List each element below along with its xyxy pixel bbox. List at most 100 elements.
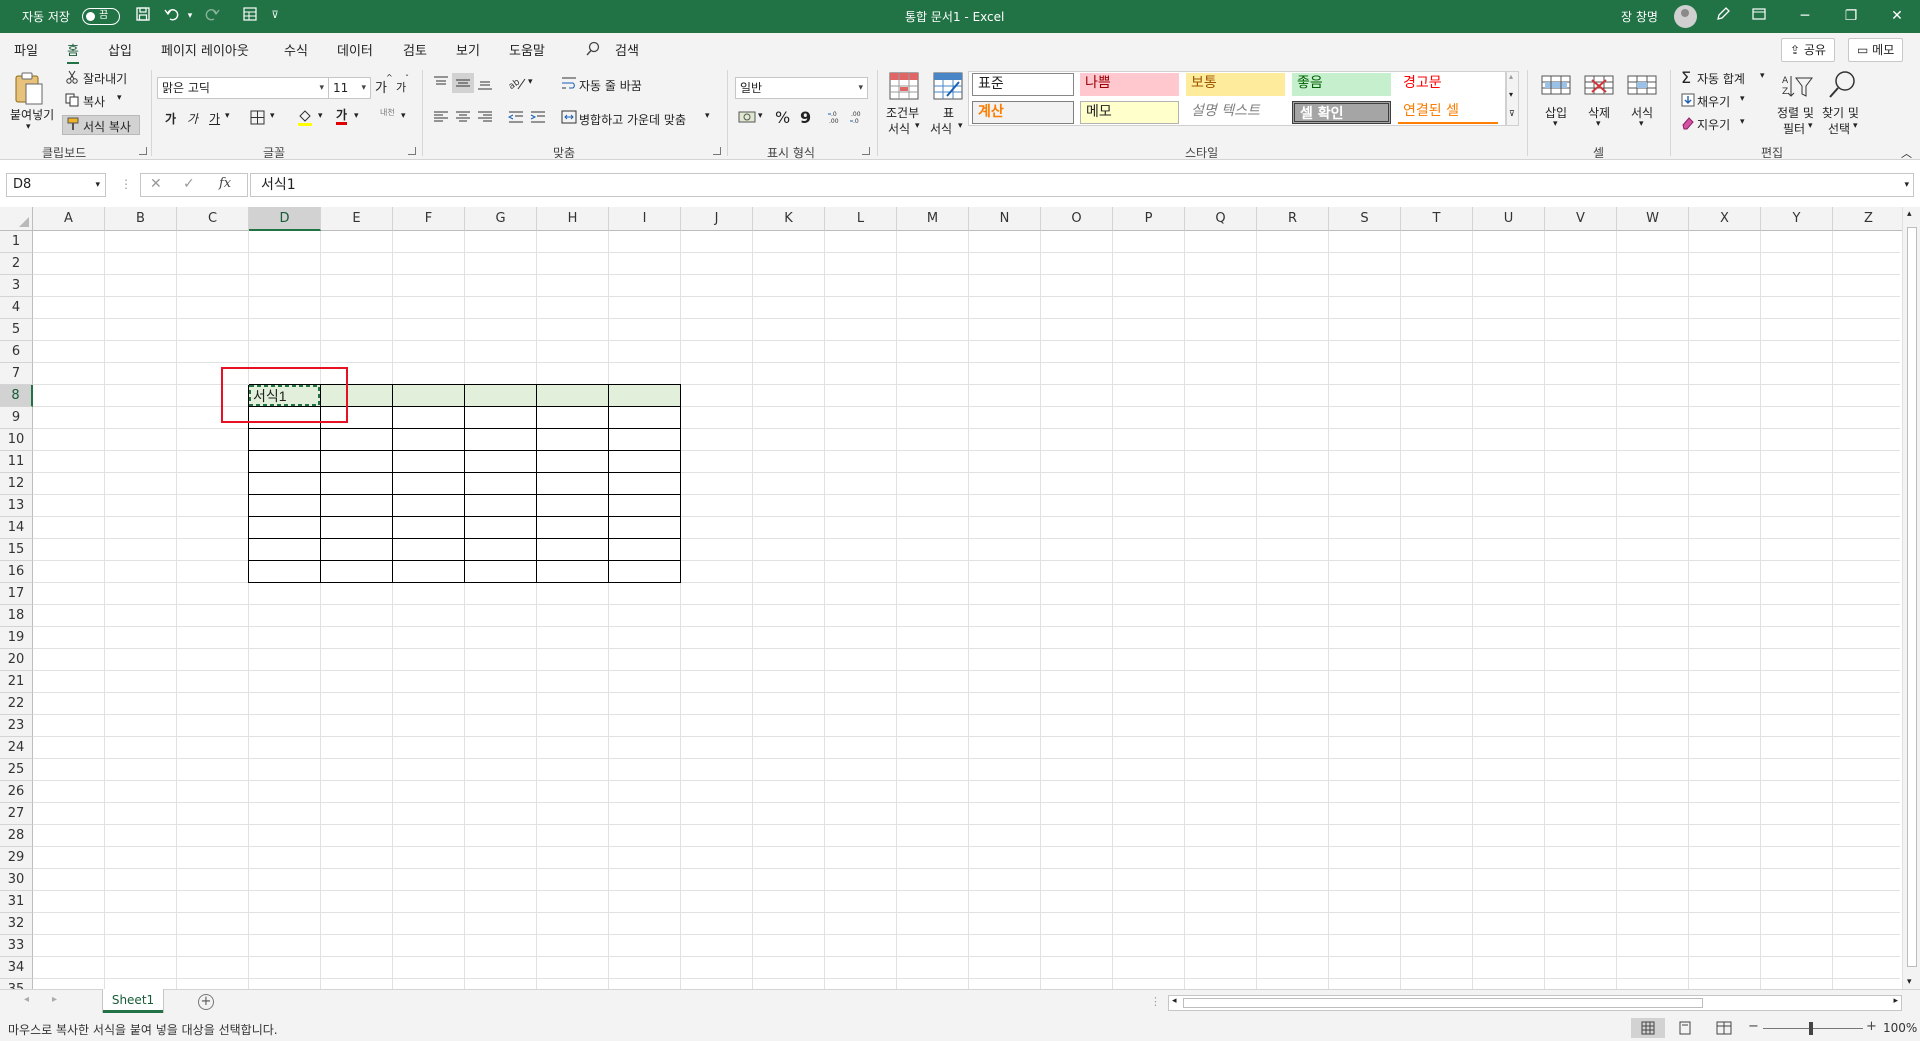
column-header-u[interactable]: U bbox=[1473, 207, 1545, 231]
row-header-23[interactable]: 23 bbox=[0, 715, 33, 737]
ribbon-display-icon[interactable] bbox=[1749, 6, 1769, 26]
tab-help[interactable]: 도움말 bbox=[509, 40, 545, 59]
style-calculation[interactable]: 계산 bbox=[972, 101, 1074, 124]
column-header-f[interactable]: F bbox=[393, 207, 465, 231]
zoom-slider-thumb[interactable] bbox=[1809, 1022, 1813, 1035]
row-header-16[interactable]: 16 bbox=[0, 561, 33, 583]
formula-input[interactable]: 서식1 ▾ bbox=[250, 173, 1914, 197]
vertical-scroll-thumb[interactable] bbox=[1907, 227, 1917, 967]
vertical-scrollbar[interactable]: ▴ ▾ bbox=[1902, 207, 1920, 989]
expand-formula-icon[interactable]: ▾ bbox=[1904, 174, 1909, 196]
format-as-table-icon[interactable] bbox=[933, 72, 963, 103]
row-header-1[interactable]: 1 bbox=[0, 231, 33, 253]
style-note[interactable]: 메모 bbox=[1080, 101, 1179, 124]
row-header-22[interactable]: 22 bbox=[0, 693, 33, 715]
page-layout-view-icon[interactable] bbox=[1678, 1021, 1692, 1038]
zoom-level[interactable]: 100% bbox=[1883, 1021, 1917, 1035]
form-icon[interactable] bbox=[240, 6, 260, 26]
row-header-12[interactable]: 12 bbox=[0, 473, 33, 495]
pen-icon[interactable] bbox=[1713, 6, 1733, 26]
merge-center-label[interactable]: 병합하고 가운데 맞춤 bbox=[579, 111, 686, 128]
format-as-table-label-1[interactable]: 표 bbox=[943, 104, 954, 121]
underline-button[interactable]: 가 bbox=[209, 110, 220, 127]
column-header-o[interactable]: O bbox=[1041, 207, 1113, 231]
font-name-select[interactable]: 맑은 고딕 ▾ bbox=[157, 77, 329, 99]
align-center-icon[interactable] bbox=[455, 110, 471, 127]
font-size-select[interactable]: 11 ▾ bbox=[328, 77, 371, 99]
style-bad[interactable]: 나쁨 bbox=[1080, 73, 1179, 96]
enter-icon[interactable]: ✓ bbox=[183, 176, 195, 192]
horizontal-scroll-thumb[interactable] bbox=[1183, 998, 1703, 1008]
column-header-e[interactable]: E bbox=[321, 207, 393, 231]
column-header-v[interactable]: V bbox=[1545, 207, 1617, 231]
align-middle-icon[interactable] bbox=[452, 73, 474, 93]
row-header-3[interactable]: 3 bbox=[0, 275, 33, 297]
style-explanatory[interactable]: 설명 텍스트 bbox=[1186, 101, 1285, 124]
autosum-label[interactable]: 자동 합계 bbox=[1697, 70, 1745, 87]
style-warning[interactable]: 경고문 bbox=[1398, 73, 1498, 96]
delete-dropdown-icon[interactable]: ▾ bbox=[1596, 119, 1601, 129]
clear-dropdown-icon[interactable]: ▾ bbox=[1740, 117, 1745, 127]
fill-icon[interactable] bbox=[1681, 93, 1695, 110]
scroll-down-icon[interactable]: ▾ bbox=[1907, 977, 1912, 987]
row-header-21[interactable]: 21 bbox=[0, 671, 33, 693]
row-header-4[interactable]: 4 bbox=[0, 297, 33, 319]
row-header-5[interactable]: 5 bbox=[0, 319, 33, 341]
clipboard-launcher-icon[interactable] bbox=[139, 147, 147, 155]
row-header-10[interactable]: 10 bbox=[0, 429, 33, 451]
gallery-more-icon[interactable]: ⊽ bbox=[1509, 109, 1515, 118]
row-header-6[interactable]: 6 bbox=[0, 341, 33, 363]
column-header-h[interactable]: H bbox=[537, 207, 609, 231]
column-header-g[interactable]: G bbox=[465, 207, 537, 231]
find-select-label-1[interactable]: 찾기 및 bbox=[1822, 104, 1859, 121]
row-header-27[interactable]: 27 bbox=[0, 803, 33, 825]
font-launcher-icon[interactable] bbox=[408, 147, 416, 155]
normal-view-button[interactable] bbox=[1631, 1018, 1665, 1038]
autosum-icon[interactable]: Σ bbox=[1681, 68, 1691, 87]
tab-review[interactable]: 검토 bbox=[403, 40, 427, 59]
conditional-format-dropdown-icon[interactable]: ▾ bbox=[915, 121, 920, 131]
chevron-down-icon[interactable]: ▾ bbox=[95, 174, 100, 196]
format-dropdown-icon[interactable]: ▾ bbox=[1639, 119, 1644, 129]
row-header-26[interactable]: 26 bbox=[0, 781, 33, 803]
scroll-left-icon[interactable]: ◂ bbox=[1172, 996, 1177, 1006]
cancel-icon[interactable]: ✕ bbox=[150, 176, 162, 192]
sort-filter-label-2[interactable]: 필터 bbox=[1783, 120, 1805, 137]
autosave-toggle[interactable]: 끔 bbox=[82, 8, 120, 25]
row-header-34[interactable]: 34 bbox=[0, 957, 33, 979]
sheet-tab[interactable]: Sheet1 bbox=[103, 989, 163, 1013]
percent-button[interactable]: % bbox=[775, 108, 790, 127]
tab-split-handle-icon[interactable]: ⋮ bbox=[1150, 995, 1161, 1008]
row-header-24[interactable]: 24 bbox=[0, 737, 33, 759]
row-header-11[interactable]: 11 bbox=[0, 451, 33, 473]
column-header-q[interactable]: Q bbox=[1185, 207, 1257, 231]
save-icon[interactable] bbox=[133, 6, 153, 26]
select-all-corner[interactable] bbox=[0, 207, 33, 231]
tab-page-layout[interactable]: 페이지 레이아웃 bbox=[161, 40, 249, 59]
borders-dropdown-icon[interactable]: ▾ bbox=[270, 111, 275, 121]
column-header-x[interactable]: X bbox=[1689, 207, 1761, 231]
align-bottom-icon[interactable] bbox=[477, 76, 493, 93]
font-color-dropdown-icon[interactable]: ▾ bbox=[354, 111, 359, 121]
number-launcher-icon[interactable] bbox=[862, 147, 870, 155]
user-name[interactable]: 장 창명 bbox=[1621, 8, 1658, 25]
search-label[interactable]: 검색 bbox=[615, 40, 639, 59]
column-header-w[interactable]: W bbox=[1617, 207, 1689, 231]
row-header-13[interactable]: 13 bbox=[0, 495, 33, 517]
conditional-format-label-1[interactable]: 조건부 bbox=[886, 104, 919, 121]
tab-file[interactable]: 파일 bbox=[14, 40, 38, 59]
orientation-icon[interactable]: ab bbox=[507, 75, 526, 94]
next-sheet-icon[interactable]: ▸ bbox=[52, 994, 57, 1005]
increase-indent-icon[interactable] bbox=[530, 110, 546, 127]
add-sheet-button[interactable]: + bbox=[198, 994, 214, 1010]
font-color-button[interactable]: 가 bbox=[336, 108, 348, 125]
column-header-y[interactable]: Y bbox=[1761, 207, 1833, 231]
formula-bar-grip-icon[interactable]: ⋮ bbox=[120, 177, 132, 191]
column-header-i[interactable]: I bbox=[609, 207, 681, 231]
restore-button[interactable]: ❐ bbox=[1828, 0, 1874, 33]
conditional-format-label-2[interactable]: 서식 bbox=[888, 120, 910, 137]
undo-icon[interactable] bbox=[162, 6, 182, 26]
user-avatar[interactable] bbox=[1674, 5, 1697, 28]
row-header-35[interactable]: 35 bbox=[0, 979, 33, 989]
autosum-dropdown-icon[interactable]: ▾ bbox=[1760, 71, 1765, 81]
